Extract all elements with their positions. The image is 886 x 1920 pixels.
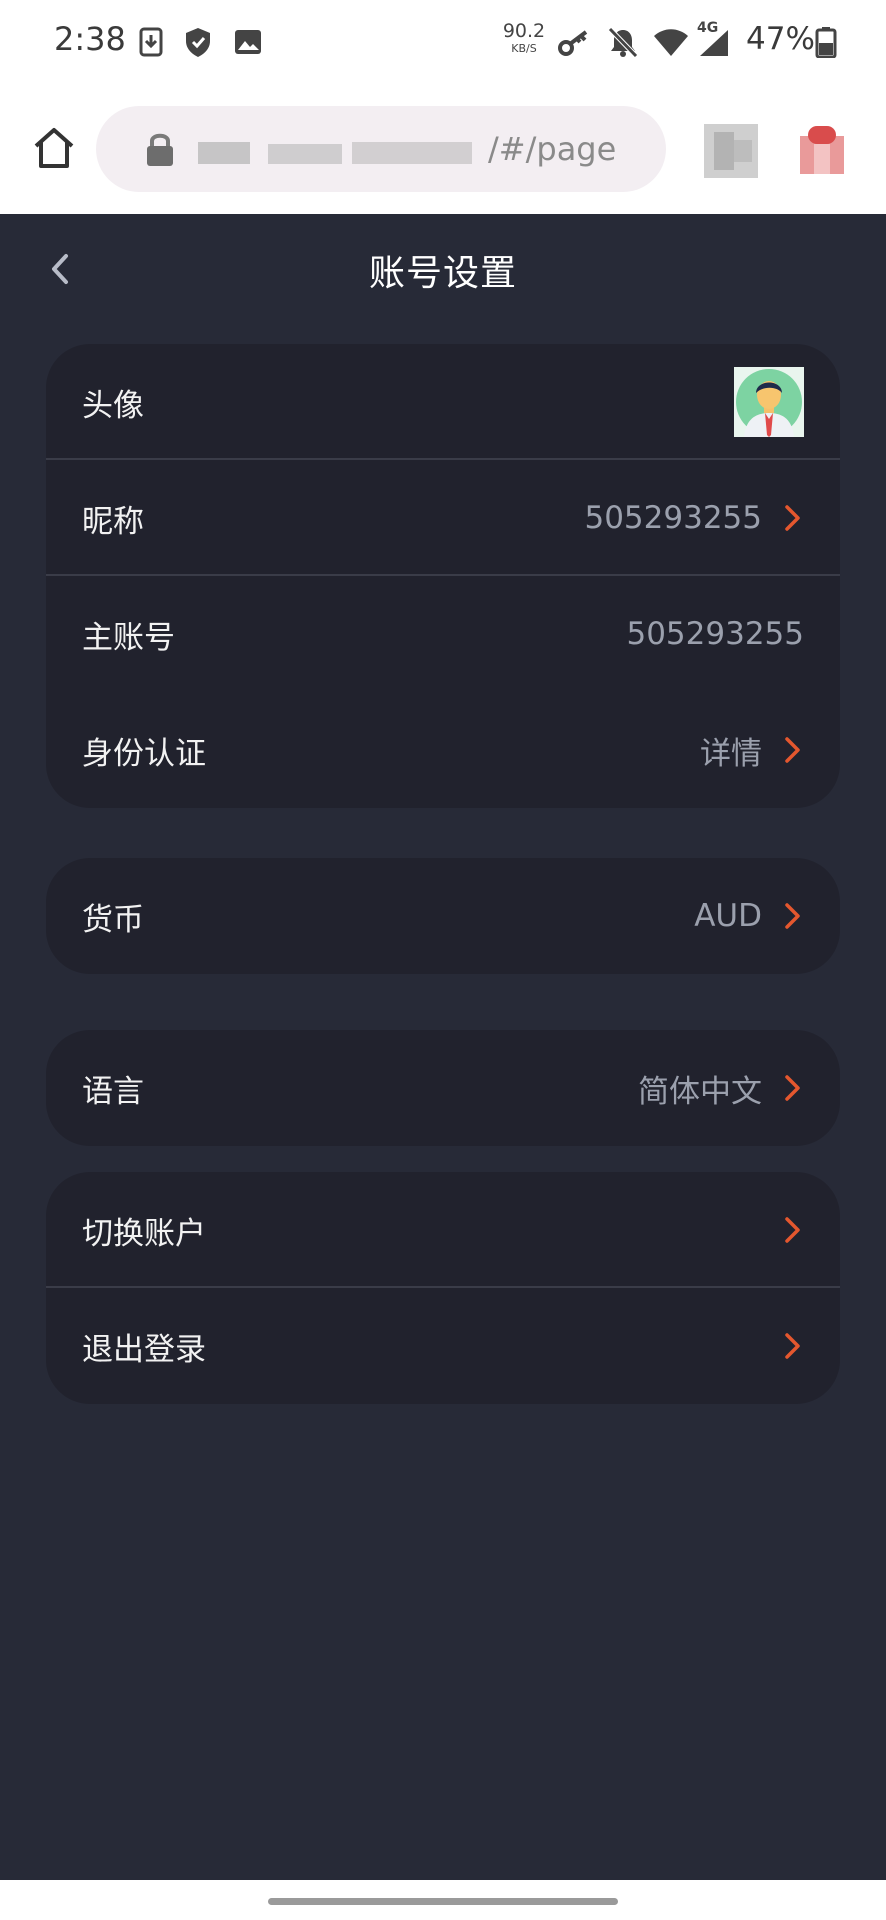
chevron-right-icon — [785, 1075, 800, 1101]
extension-icon[interactable] — [794, 122, 850, 178]
language-label: 语言 — [82, 1073, 144, 1110]
shield-icon — [186, 28, 210, 57]
chevron-right-icon — [785, 1333, 800, 1359]
currency-card: 货币 AUD — [46, 858, 840, 974]
status-time: 2:38 — [54, 20, 126, 58]
battery-icon — [815, 27, 837, 58]
gesture-handle[interactable] — [268, 1898, 618, 1905]
nickname-label: 昵称 — [82, 503, 144, 540]
url-redacted-block — [268, 144, 342, 164]
account-actions-card: 切换账户 退出登录 — [46, 1172, 840, 1404]
profile-card: 头像 昵称 505293255 主账号 505293255 身份认证 详情 — [46, 344, 840, 808]
main-account-label: 主账号 — [82, 619, 175, 656]
battery-percent: 47% — [746, 21, 815, 57]
nickname-value: 505293255 — [584, 500, 762, 536]
currency-value: AUD — [694, 898, 762, 934]
signal-icon — [700, 30, 728, 56]
chevron-right-icon — [785, 737, 800, 763]
tabs-icon[interactable] — [704, 124, 758, 178]
language-value: 简体中文 — [638, 1073, 762, 1110]
bell-off-icon — [608, 27, 638, 58]
currency-label: 货币 — [82, 901, 144, 938]
image-icon — [235, 30, 261, 54]
logout-label: 退出登录 — [82, 1331, 206, 1368]
switch-account-row[interactable]: 切换账户 — [46, 1172, 840, 1288]
browser-toolbar: /#/page — [0, 86, 886, 214]
language-card: 语言 简体中文 — [46, 1030, 840, 1146]
url-redacted-block — [198, 142, 250, 164]
key-icon — [558, 30, 588, 56]
lock-icon — [147, 133, 173, 166]
avatar-image — [736, 369, 802, 437]
url-redacted-block — [352, 142, 472, 164]
main-account-row: 主账号 505293255 — [46, 576, 840, 692]
identity-label: 身份认证 — [82, 735, 206, 772]
status-bar: 2:38 90.2 KB/S 4G 47% — [0, 0, 886, 86]
currency-row[interactable]: 货币 AUD — [46, 858, 840, 974]
chevron-right-icon — [785, 1217, 800, 1243]
wifi-icon — [654, 29, 688, 56]
main-account-value: 505293255 — [626, 616, 804, 652]
logout-row[interactable]: 退出登录 — [46, 1288, 840, 1404]
nickname-row[interactable]: 昵称 505293255 — [46, 460, 840, 576]
language-row[interactable]: 语言 简体中文 — [46, 1030, 840, 1146]
account-settings-page: 账号设置 头像 昵称 505293255 主账号 505293255 身份认证 … — [0, 214, 886, 1880]
avatar[interactable] — [734, 367, 804, 437]
page-title: 账号设置 — [368, 253, 517, 294]
switch-account-label: 切换账户 — [82, 1215, 206, 1252]
avatar-row[interactable]: 头像 — [46, 344, 840, 460]
avatar-label: 头像 — [82, 387, 144, 424]
download-icon — [139, 27, 163, 57]
gesture-bar — [0, 1880, 886, 1920]
network-speed: 90.2 KB/S — [502, 20, 546, 55]
chevron-right-icon — [785, 505, 800, 531]
url-text: /#/page — [488, 130, 617, 168]
identity-row[interactable]: 身份认证 详情 — [46, 692, 840, 808]
identity-value: 详情 — [700, 735, 762, 772]
home-icon[interactable] — [30, 124, 78, 172]
chevron-right-icon — [785, 903, 800, 929]
